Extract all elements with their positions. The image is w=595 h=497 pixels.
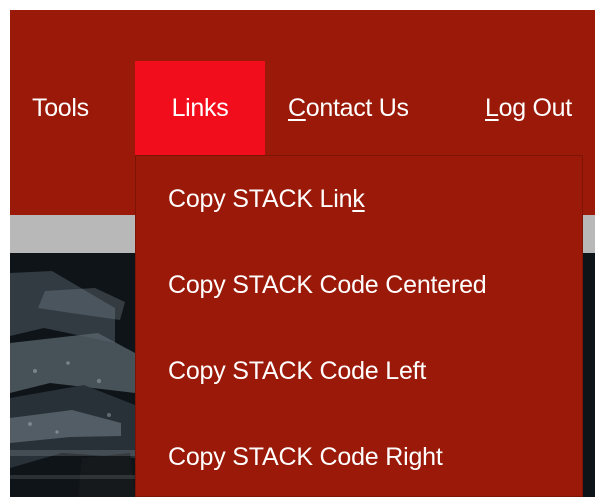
copy-stack-link-label: Copy STACK Link	[168, 185, 365, 214]
nav-links-label: Links	[171, 93, 229, 122]
nav-tools-label: Tools	[32, 93, 89, 122]
log-out-accesskey: L	[485, 93, 499, 122]
nav-contact-us-label: Contact Us	[288, 94, 409, 123]
copy-stack-code-centered-label: Copy STACK Code Centered	[168, 270, 487, 299]
main-navigation: Tools Links Contact Us Log Out	[10, 61, 595, 155]
copy-stack-code-right-label: Copy STACK Code Right	[168, 442, 443, 471]
nav-contact-us[interactable]: Contact Us	[288, 61, 448, 155]
copy-stack-link-accesskey: k	[352, 184, 365, 213]
nav-log-out-label: Log Out	[485, 94, 572, 123]
menu-item-copy-stack-link[interactable]: Copy STACK Link	[168, 156, 568, 242]
contact-us-accesskey: C	[288, 93, 306, 122]
nav-tools[interactable]: Tools	[32, 61, 110, 155]
menu-item-copy-stack-code-left[interactable]: Copy STACK Code Left	[168, 328, 568, 414]
nav-log-out[interactable]: Log Out	[485, 61, 595, 155]
copy-stack-code-left-label: Copy STACK Code Left	[168, 356, 427, 385]
menu-item-copy-stack-code-centered[interactable]: Copy STACK Code Centered	[168, 242, 568, 328]
nav-links-active[interactable]: Links	[135, 61, 265, 155]
menu-item-copy-stack-code-right[interactable]: Copy STACK Code Right	[168, 414, 568, 497]
log-out-label-rest: og Out	[498, 93, 573, 122]
browser-viewport: Tools Links Contact Us Log Out Copy STAC…	[10, 10, 595, 497]
links-dropdown-menu: Copy STACK Link Copy STACK Code Centered…	[135, 155, 583, 497]
contact-us-label-rest: ontact Us	[305, 93, 409, 122]
copy-stack-link-prefix: Copy STACK Lin	[168, 184, 353, 213]
